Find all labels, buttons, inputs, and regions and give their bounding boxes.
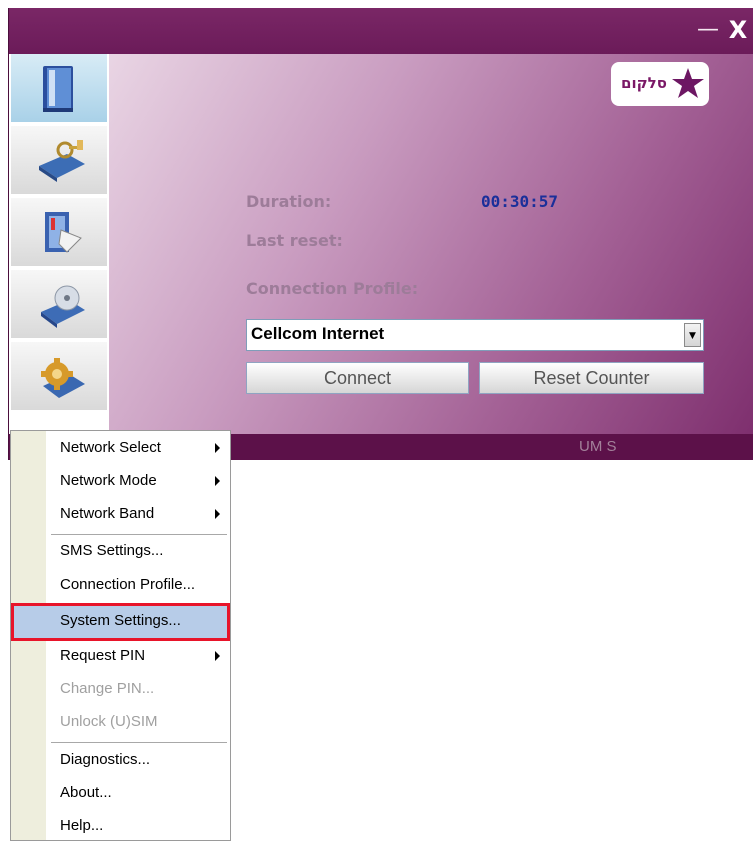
menu-item-connection-profile[interactable]: Connection Profile... — [11, 573, 230, 599]
menu-item-network-band[interactable]: Network Band — [11, 502, 230, 528]
duration-value: 00:30:57 — [481, 192, 559, 211]
phonebook-icon — [43, 66, 73, 112]
main-panel: סלקום Duration: 00:30:57 Last reset: Con… — [109, 54, 753, 434]
connection-key-icon — [39, 140, 85, 182]
settings-gear-icon — [41, 358, 85, 398]
reset-counter-button[interactable]: Reset Counter — [479, 362, 704, 394]
menu-item-system-settings[interactable]: System Settings... — [11, 603, 230, 641]
app-window: — X סלקום Duration: 00:30:57 Last reset:… — [8, 8, 753, 460]
cellcom-logo: סלקום — [611, 62, 709, 106]
side-toolbar — [9, 54, 109, 434]
toolbar-statistics-button[interactable] — [11, 270, 107, 340]
status-text: UM S — [579, 438, 617, 455]
connection-profile-label: Connection Profile: — [246, 279, 419, 298]
disc-statistics-icon — [41, 285, 85, 328]
menu-item-diagnostics[interactable]: Diagnostics... — [11, 748, 230, 774]
submenu-arrow-icon — [215, 476, 220, 486]
menu-separator — [51, 534, 227, 535]
menu-item-change-pin: Change PIN... — [60, 680, 155, 697]
duration-label: Duration: — [246, 192, 332, 211]
settings-context-menu: Network Select Network Mode Network Band… — [10, 430, 231, 841]
messages-icon — [45, 212, 82, 253]
connection-profile-select[interactable]: Cellcom Internet ▼ — [246, 319, 704, 351]
close-button[interactable]: X — [725, 16, 751, 44]
menu-item-sms-settings[interactable]: SMS Settings... — [11, 539, 230, 565]
menu-item-request-pin[interactable]: Request PIN — [11, 644, 230, 670]
profile-selected-value: Cellcom Internet — [251, 324, 385, 343]
menu-item-network-mode[interactable]: Network Mode — [11, 469, 230, 495]
logo-text: סלקום — [621, 74, 667, 92]
toolbar-settings-button[interactable] — [11, 342, 107, 412]
toolbar-messages-button[interactable] — [11, 198, 107, 268]
minimize-button[interactable]: — — [697, 16, 719, 44]
star-logo-icon — [672, 68, 704, 98]
submenu-arrow-icon — [215, 509, 220, 519]
menu-item-about[interactable]: About... — [11, 781, 230, 807]
connect-button[interactable]: Connect — [246, 362, 469, 394]
menu-item-network-select[interactable]: Network Select — [11, 436, 230, 462]
submenu-arrow-icon — [215, 443, 220, 453]
dropdown-arrow-icon[interactable]: ▼ — [684, 323, 701, 347]
submenu-arrow-icon — [215, 651, 220, 661]
menu-item-unlock-usim: Unlock (U)SIM — [60, 713, 158, 730]
toolbar-phonebook-button[interactable] — [11, 54, 107, 124]
toolbar-connection-button[interactable] — [11, 126, 107, 196]
title-bar[interactable]: — X — [9, 8, 753, 54]
menu-separator — [51, 742, 227, 743]
menu-item-help[interactable]: Help... — [11, 814, 230, 838]
last-reset-label: Last reset: — [246, 231, 343, 250]
